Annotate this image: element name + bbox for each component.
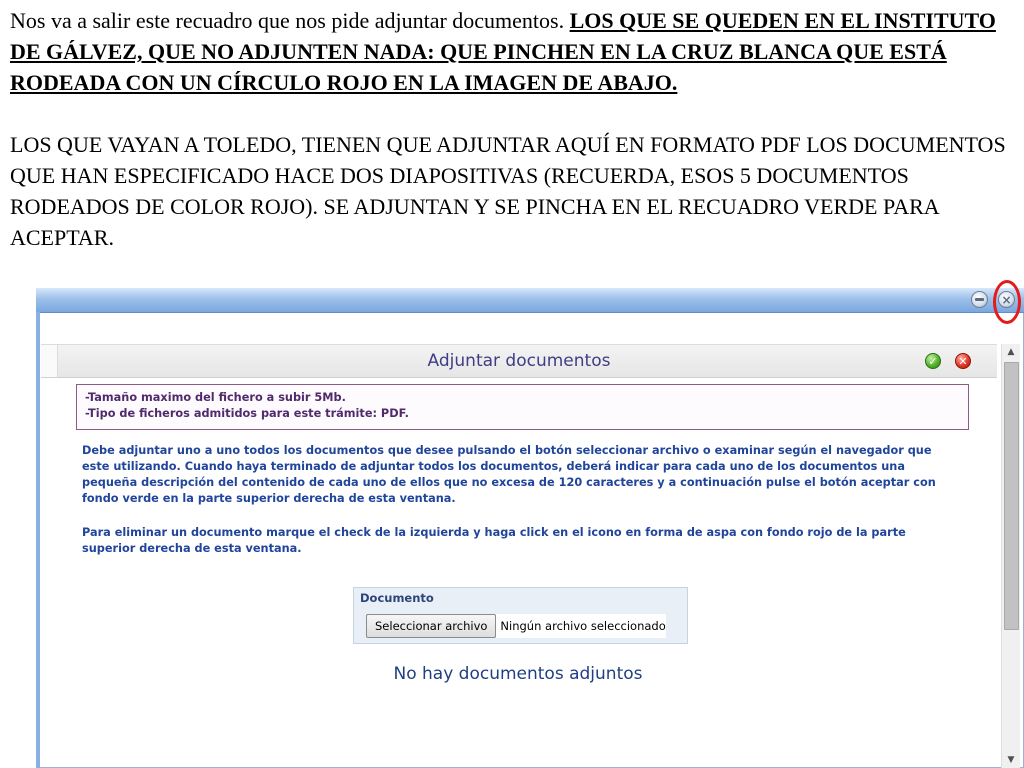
attach-window: × Adjuntar documentos ✓ ✕ -Tamaño maximo… xyxy=(36,280,1024,768)
info-line-size: -Tamaño maximo del fichero a subir 5Mb. xyxy=(85,391,346,404)
scroll-thumb[interactable] xyxy=(1004,362,1019,630)
slide-paragraph-2: LOS QUE VAYAN A TOLEDO, TIENEN QUE ADJUN… xyxy=(10,132,1006,250)
document-panel-header: Documento xyxy=(360,591,434,605)
slide-text: Nos va a salir este recuadro que nos pid… xyxy=(10,5,1015,253)
minimize-icon[interactable] xyxy=(971,291,988,308)
window-titlebar: × xyxy=(36,280,1024,324)
instructions-attach: Debe adjuntar uno a uno todos los docume… xyxy=(82,444,936,505)
file-info-box: -Tamaño maximo del fichero a subir 5Mb. … xyxy=(76,384,969,430)
check-icon[interactable]: ✓ xyxy=(925,353,941,369)
dialog-title: Adjuntar documentos xyxy=(427,351,611,371)
window-left-edge xyxy=(36,312,40,768)
select-file-button[interactable]: Seleccionar archivo xyxy=(366,614,497,638)
instructions-delete: Para eliminar un documento marque el che… xyxy=(82,526,906,555)
scroll-up-arrow-icon[interactable]: ▲ xyxy=(1002,344,1020,360)
slide-paragraph-1: Nos va a salir este recuadro que nos pid… xyxy=(10,5,1015,98)
file-input-row: Seleccionar archivo Ningún archivo selec… xyxy=(366,614,666,638)
red-highlight-circle xyxy=(993,280,1021,324)
scroll-down-arrow-icon[interactable]: ▼ xyxy=(1002,752,1020,768)
x-icon[interactable]: ✕ xyxy=(955,353,971,369)
empty-documents-message: No hay documentos adjuntos xyxy=(393,664,643,684)
info-line-type: -Tipo de ficheros admitidos para este tr… xyxy=(85,407,409,420)
dialog-header: Adjuntar documentos ✓ ✕ xyxy=(41,344,997,378)
file-status-text: Ningún archivo seleccionado xyxy=(496,614,666,638)
slide-intro: Nos va a salir este recuadro que nos pid… xyxy=(10,8,570,33)
vertical-scrollbar[interactable]: ▲ ▼ xyxy=(1001,344,1020,768)
document-panel: Documento Seleccionar archivo Ningún arc… xyxy=(353,587,688,644)
